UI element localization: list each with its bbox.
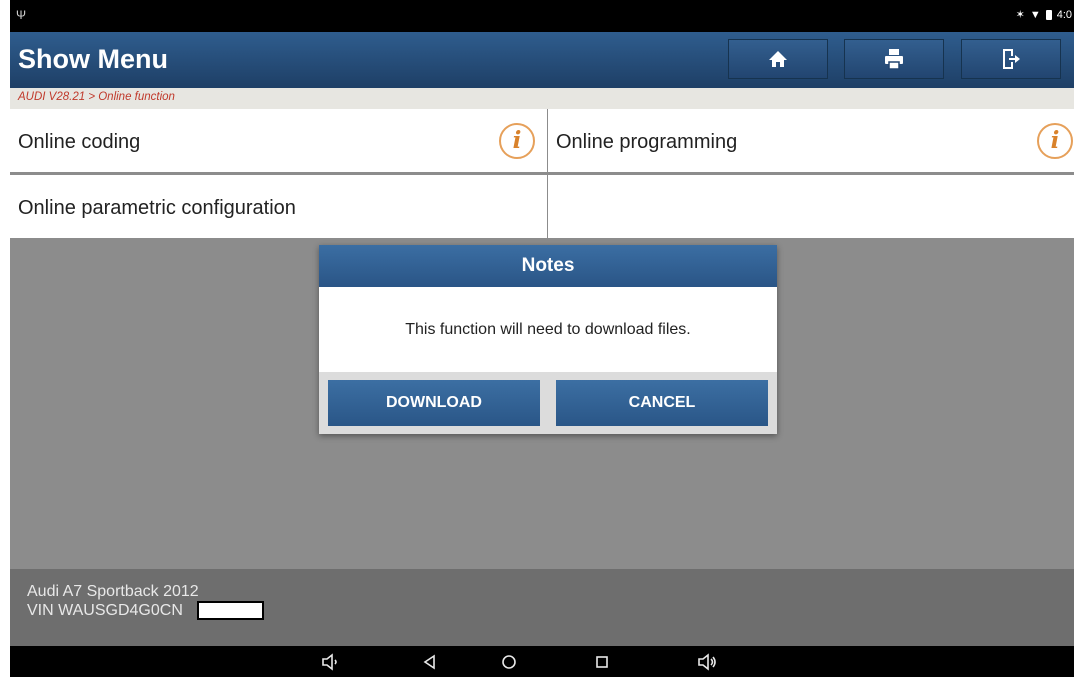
- menu-item-label: Online programming: [556, 131, 738, 153]
- print-button[interactable]: [844, 39, 944, 79]
- info-icon[interactable]: i: [1037, 123, 1073, 159]
- vehicle-info-footer: Audi A7 Sportback 2012 VIN WAUSGD4G0CN: [10, 569, 1074, 646]
- info-icon[interactable]: i: [499, 123, 535, 159]
- app-screen: Ψ ✶ ▼ 4:0 Show Menu AUDI V28.21 > Online…: [10, 0, 1074, 677]
- menu-item-online-coding[interactable]: Online coding i: [10, 109, 547, 172]
- recents-icon[interactable]: [592, 653, 612, 671]
- volume-down-icon[interactable]: [320, 653, 340, 671]
- menu-grid: Online coding i Online programming i Onl…: [10, 109, 1074, 239]
- status-time: 4:0: [1056, 8, 1072, 21]
- menu-item-label: Online parametric configuration: [18, 197, 296, 219]
- breadcrumb: AUDI V28.21 > Online function: [10, 88, 1074, 109]
- download-button[interactable]: DOWNLOAD: [328, 380, 540, 426]
- home-icon: [769, 51, 787, 67]
- exit-button[interactable]: [961, 39, 1061, 79]
- menu-item-online-parametric-configuration[interactable]: Online parametric configuration: [10, 175, 547, 238]
- dialog-message: This function will need to download file…: [405, 321, 691, 338]
- printer-icon: [885, 49, 903, 70]
- vin-redaction: [197, 601, 264, 620]
- bluetooth-icon: ✶: [1015, 9, 1025, 21]
- cancel-button[interactable]: CANCEL: [556, 380, 768, 426]
- usb-icon: Ψ: [16, 8, 27, 22]
- menu-item-label: Online coding: [18, 131, 141, 153]
- dialog-button-bar: DOWNLOAD CANCEL: [319, 372, 777, 434]
- system-nav-bar: [10, 646, 1074, 677]
- vehicle-name: Audi A7 Sportback 2012: [27, 583, 199, 600]
- vin-number: VIN WAUSGD4G0CN: [27, 602, 183, 619]
- home-nav-icon[interactable]: [499, 653, 519, 671]
- menu-item-online-programming[interactable]: Online programming i: [548, 109, 1074, 172]
- status-bar: Ψ ✶ ▼ 4:0: [10, 0, 1074, 32]
- exit-icon: [1003, 49, 1020, 69]
- notes-dialog: Notes This function will need to downloa…: [319, 245, 777, 434]
- page-title: Show Menu: [18, 44, 168, 74]
- menu-item-empty: [548, 175, 1074, 238]
- back-icon[interactable]: [420, 653, 440, 671]
- home-button[interactable]: [728, 39, 828, 79]
- dialog-title: Notes: [319, 245, 777, 287]
- battery-icon: [1045, 9, 1052, 20]
- volume-up-icon[interactable]: [696, 653, 716, 671]
- wifi-icon: ▼: [1029, 8, 1041, 21]
- app-header: Show Menu: [10, 32, 1074, 88]
